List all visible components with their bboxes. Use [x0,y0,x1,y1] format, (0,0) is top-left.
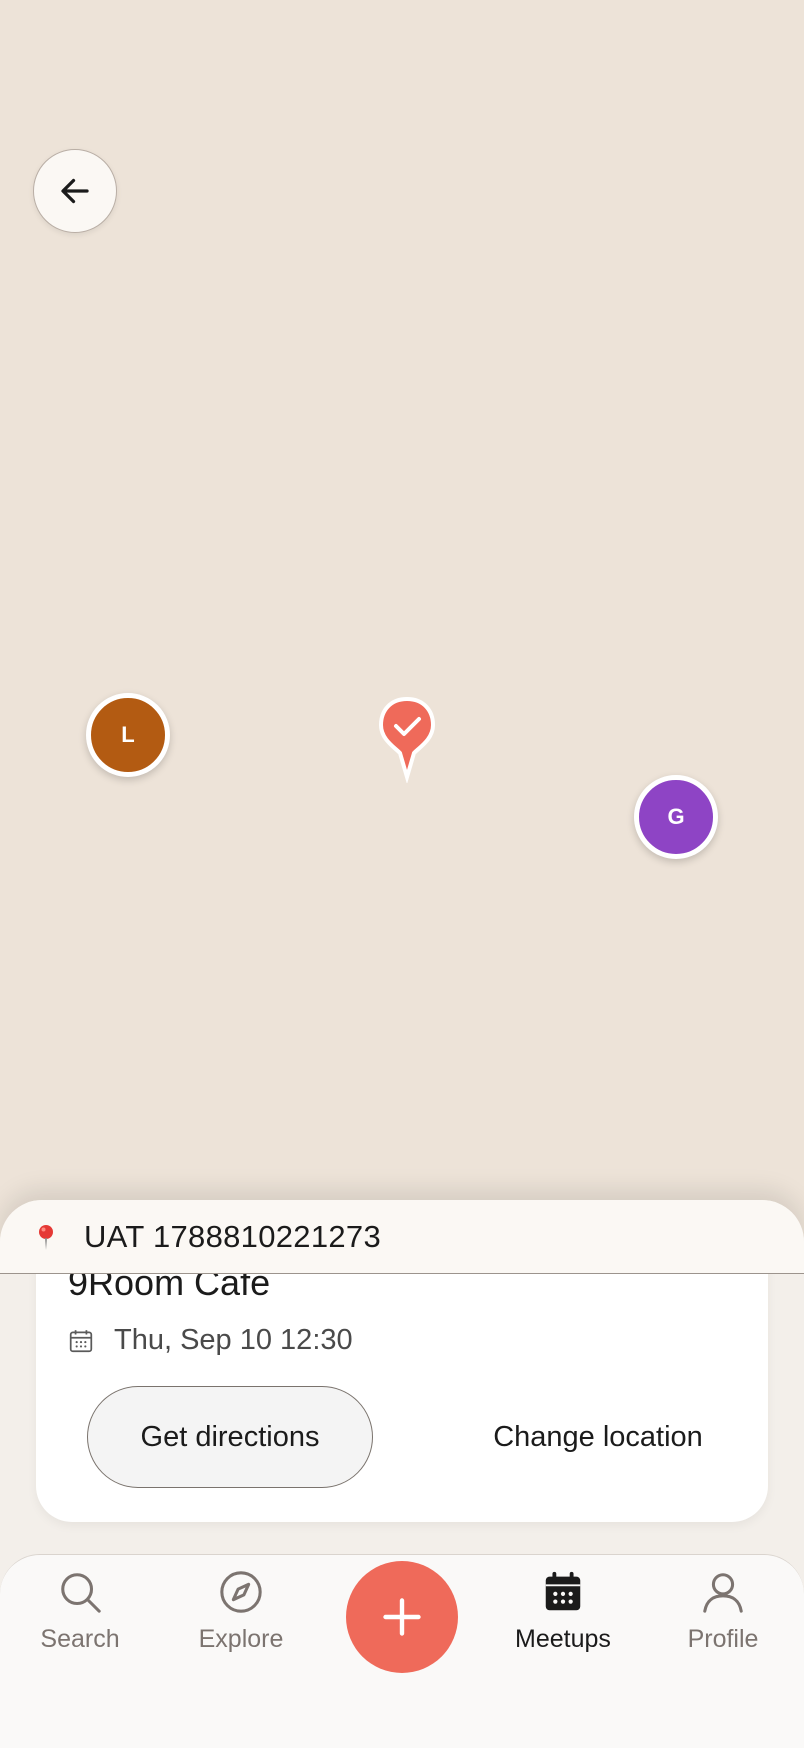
date-row: Thu, Sep 10 12:30 [68,1324,353,1357]
venue-card: 9Room Cafe Thu, Sep 10 12:30 Get directi… [36,1240,768,1522]
nav-item-search[interactable]: Search [15,1569,145,1654]
get-directions-button[interactable]: Get directions [87,1386,373,1488]
change-location-button[interactable]: Change location [436,1386,760,1488]
compass-icon [220,1571,262,1613]
calendar-icon [69,1329,93,1352]
participant-initial: G [667,804,685,829]
sheet-header[interactable]: UAT 1788810221273 [0,1200,804,1274]
participant-initial: L [121,722,135,747]
participant-marker-g[interactable]: G [634,775,718,859]
bottom-navigation: Search Explore Meetups Profile [0,1554,804,1748]
meetup-date: Thu, Sep 10 12:30 [114,1324,353,1356]
participant-marker-l[interactable]: L [86,693,170,777]
meetup-title: UAT 1788810221273 [84,1218,381,1254]
nav-label-meetups: Meetups [515,1625,611,1653]
plus-icon [383,1598,421,1636]
create-meetup-button[interactable] [346,1561,458,1673]
nav-item-profile[interactable]: Profile [658,1569,788,1654]
nav-label-explore: Explore [198,1625,284,1653]
search-icon [61,1573,101,1613]
venue-pin-icon[interactable] [376,695,438,783]
map-view[interactable]: L G [0,0,804,1210]
profile-icon [703,1573,743,1613]
map-pin-icon [39,1224,53,1250]
back-button[interactable] [33,149,117,233]
calendar-icon [545,1571,581,1611]
nav-label-profile: Profile [687,1625,759,1653]
nav-item-explore[interactable]: Explore [176,1569,306,1654]
nav-item-meetups[interactable]: Meetups [498,1569,628,1654]
nav-label-search: Search [40,1625,120,1653]
arrow-left-icon [61,178,89,204]
